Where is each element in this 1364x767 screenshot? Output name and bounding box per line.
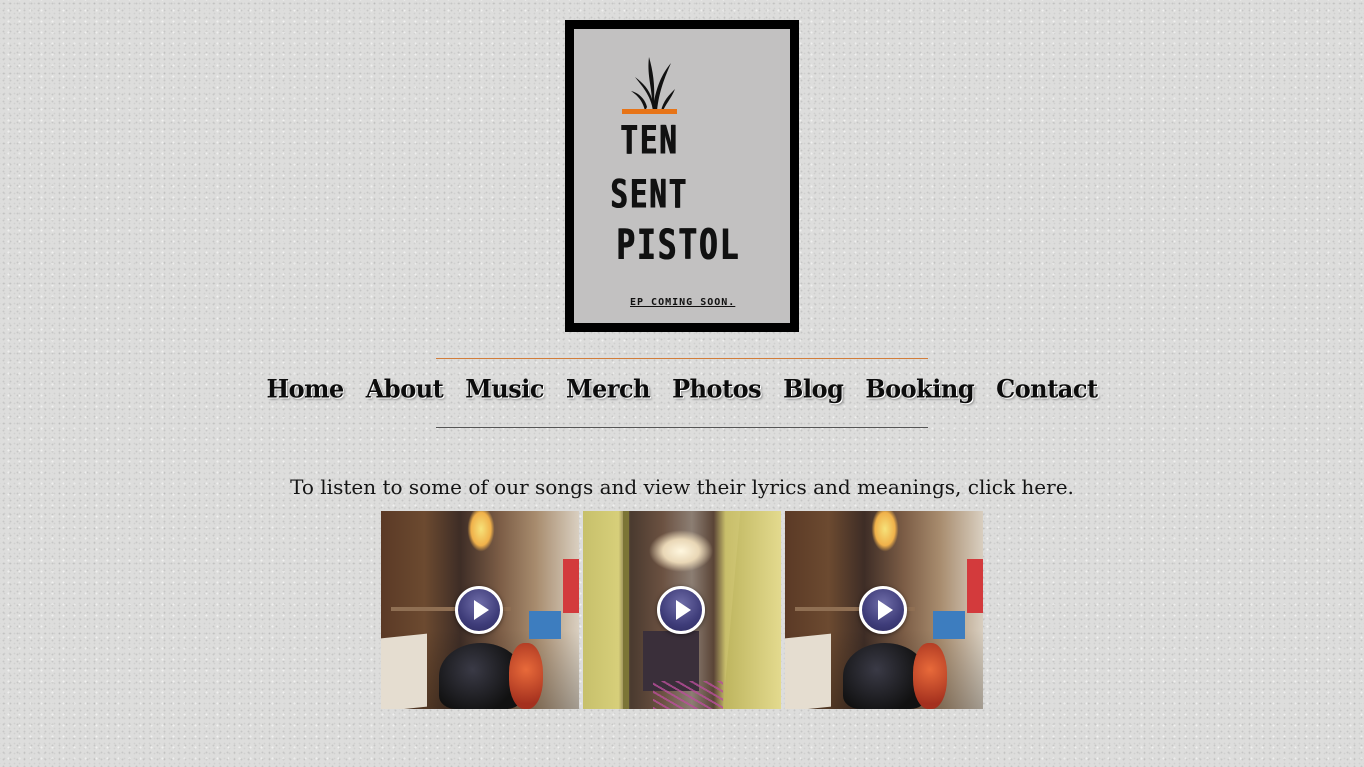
nav-item-merch[interactable]: Merch [566, 373, 651, 403]
play-icon[interactable] [859, 586, 907, 634]
main-navigation: Home About Music Merch Photos Blog Booki… [266, 373, 1098, 403]
scene-door-edge [623, 511, 629, 709]
nav-item-contact[interactable]: Contact [996, 373, 1098, 403]
logo-accent-bar [622, 109, 677, 114]
poster-background: TEN SENT PISTOL EP COMING SOON. [574, 29, 790, 323]
logo-word-sent: SENT [610, 170, 688, 217]
nav-item-home[interactable]: Home [266, 373, 344, 403]
nav-item-music[interactable]: Music [465, 373, 544, 403]
scene-red-bag [967, 559, 983, 613]
intro-paragraph: To listen to some of our songs and view … [0, 475, 1364, 499]
scene-box [381, 633, 427, 709]
scene-guitar [509, 643, 543, 709]
logo-word-pistol: PISTOL [616, 220, 740, 270]
play-icon[interactable] [657, 586, 705, 634]
scene-guitar [913, 643, 947, 709]
scene-box [785, 633, 831, 709]
intro-end: . [1067, 475, 1074, 499]
band-logo-poster[interactable]: TEN SENT PISTOL EP COMING SOON. [565, 20, 799, 332]
play-icon[interactable] [455, 586, 503, 634]
nav-divider-bottom [436, 427, 928, 428]
intro-text: To listen to some of our songs and view … [290, 475, 968, 499]
scene-cables [653, 681, 723, 709]
nav-item-photos[interactable]: Photos [672, 373, 762, 403]
plant-icon [631, 57, 675, 111]
ep-coming-soon-note: EP COMING SOON. [630, 297, 736, 308]
nav-item-booking[interactable]: Booking [865, 373, 974, 403]
video-thumbnail-1[interactable] [381, 511, 579, 709]
click-here-link[interactable]: click here [968, 475, 1068, 499]
scene-red-bag [563, 559, 579, 613]
nav-divider-top [436, 358, 928, 359]
scene-wall [723, 511, 781, 709]
nav-item-blog[interactable]: Blog [783, 373, 844, 403]
scene-blue-box [529, 611, 561, 639]
nav-item-about[interactable]: About [366, 373, 444, 403]
scene-blue-box [933, 611, 965, 639]
logo-word-ten: TEN [620, 116, 679, 163]
video-thumbnail-3[interactable] [785, 511, 983, 709]
video-gallery [381, 511, 983, 709]
video-thumbnail-2[interactable] [583, 511, 781, 709]
